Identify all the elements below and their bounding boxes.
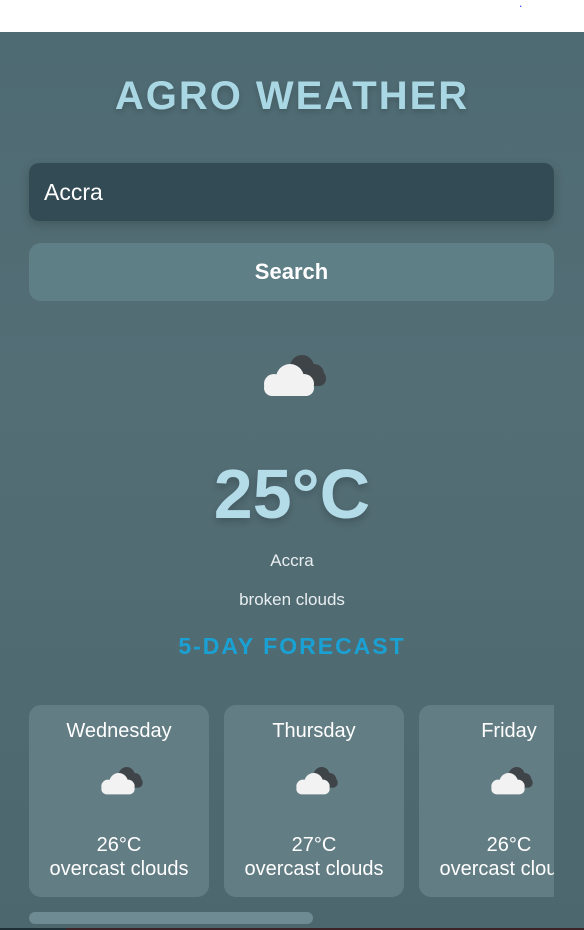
forecast-heading: 5-DAY FORECAST	[178, 633, 406, 659]
link-fragment[interactable]: .	[519, 0, 522, 9]
forecast-scrollbar-thumb[interactable]	[29, 912, 313, 924]
forecast-card: Friday 26°C overcast clouds	[419, 705, 554, 897]
overcast-clouds-icon	[101, 767, 143, 795]
city-name: Accra	[270, 551, 314, 570]
forecast-description: overcast clouds	[49, 858, 189, 880]
forecast-scroller[interactable]: Wednesday 26°C overcast clouds Thursday …	[29, 705, 554, 897]
forecast-day: Friday	[481, 720, 537, 742]
current-temperature: 25°C	[213, 455, 371, 533]
forecast-description: overcast clouds	[244, 858, 384, 880]
forecast-card: Wednesday 26°C overcast clouds	[29, 705, 209, 897]
app-title: AGRO WEATHER	[114, 74, 470, 118]
forecast-day: Thursday	[272, 720, 356, 742]
city-search-input[interactable]	[29, 163, 554, 221]
forecast-description: overcast clouds	[439, 858, 554, 880]
browser-top-strip: .	[0, 0, 584, 32]
weather-app: AGRO WEATHER Search 25°C Accra broken cl…	[0, 32, 584, 930]
forecast-temp: 26°C	[96, 834, 142, 856]
broken-clouds-icon	[264, 355, 326, 396]
search-button[interactable]: Search	[29, 243, 554, 301]
forecast-temp: 27°C	[291, 834, 337, 856]
overcast-clouds-icon	[296, 767, 338, 795]
forecast-temp: 26°C	[486, 834, 532, 856]
overcast-clouds-icon	[491, 767, 533, 795]
forecast-scrollbar[interactable]	[29, 912, 554, 924]
weather-description: broken clouds	[239, 590, 345, 609]
forecast-day: Wednesday	[66, 720, 172, 742]
forecast-card: Thursday 27°C overcast clouds	[224, 705, 404, 897]
